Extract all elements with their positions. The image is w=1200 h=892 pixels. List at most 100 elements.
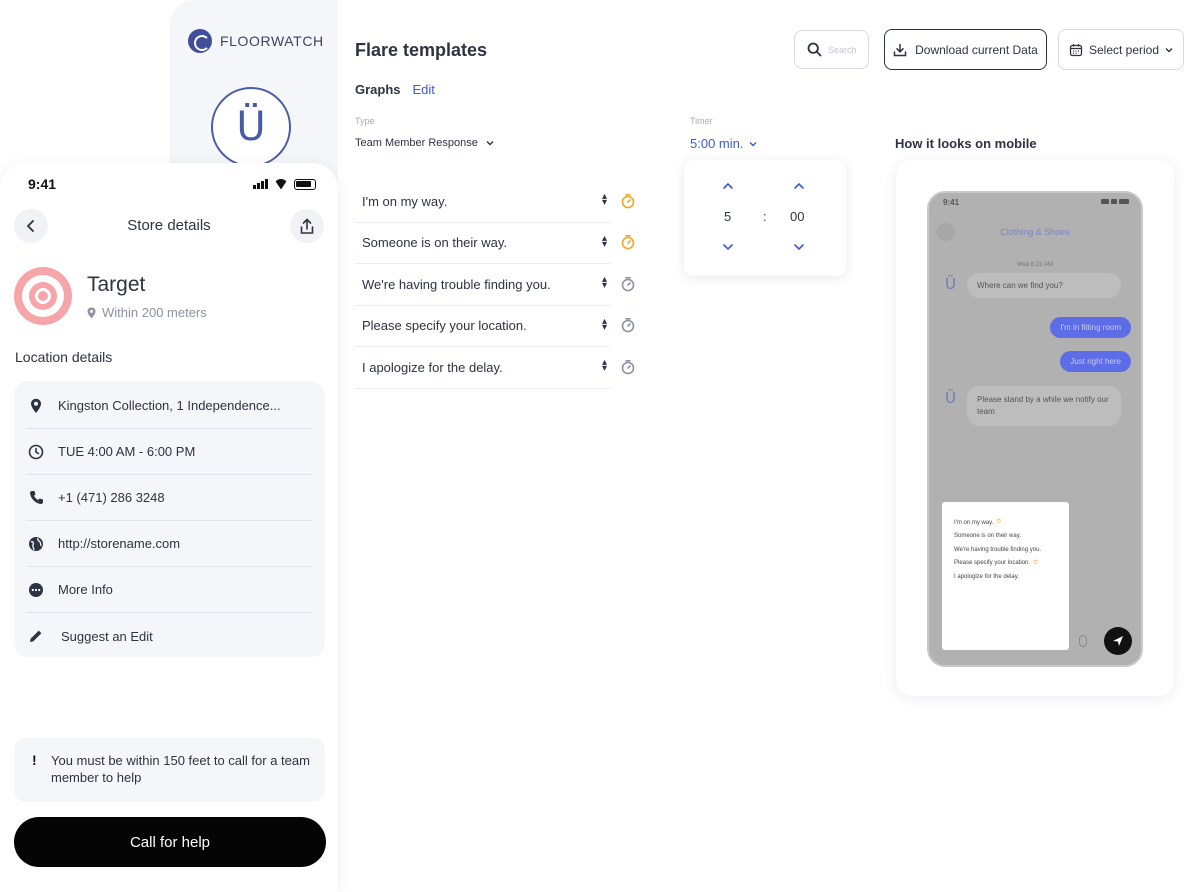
mock-popup-item: We're having trouble finding you.	[954, 546, 1042, 553]
template-row[interactable]: We're having trouble finding you. ▴ ▾	[355, 264, 611, 306]
timer-inactive-icon[interactable]	[620, 317, 636, 333]
template-text: Someone is on their way.	[362, 235, 507, 251]
share-button[interactable]	[290, 209, 324, 243]
detail-row-hours[interactable]: TUE 4:00 AM - 6:00 PM	[26, 429, 312, 475]
mock-message-user: Just right here	[1060, 351, 1131, 372]
minutes-down-icon[interactable]	[721, 240, 735, 254]
template-list: I'm on my way. ▴ ▾ Someone is on their way…	[355, 181, 611, 389]
mock-popup-item: Someone is on their way.	[954, 533, 1021, 540]
share-icon	[300, 217, 314, 234]
sort-handle-icon[interactable]: ▴ ▾	[602, 192, 607, 208]
timer-select-value: 5:00 min.	[690, 136, 744, 151]
store-header: Target Within 200 meters	[14, 267, 324, 327]
mock-agent-avatar-icon: Ü	[945, 275, 956, 293]
mock-popup-item: I apologize for the delay.	[954, 573, 1019, 580]
page-title: Flare templates	[355, 40, 488, 60]
timer-active-icon: ⏱	[1033, 559, 1038, 566]
battery-icon	[294, 178, 316, 190]
select-period-label: Select period	[1088, 42, 1160, 57]
store-distance-text: Within 200 meters	[102, 305, 207, 320]
tabs: Graphs Edit	[355, 82, 435, 97]
timer-active-icon[interactable]	[620, 234, 636, 250]
seconds-value[interactable]: 00	[790, 209, 804, 224]
template-text: We're having trouble finding you.	[362, 276, 551, 292]
location-pin-icon	[26, 396, 46, 416]
location-details-title: Location details	[15, 349, 113, 365]
template-row[interactable]: Please specify your location. ▴ ▾	[355, 306, 611, 347]
tab-edit[interactable]: Edit	[413, 82, 435, 97]
brand-logo-icon	[188, 29, 212, 53]
mock-status-time: 9:41	[943, 198, 960, 207]
time-picker: 5 : 00	[684, 160, 846, 276]
status-icons	[253, 178, 316, 190]
timer-inactive-icon[interactable]	[620, 276, 636, 292]
type-select[interactable]: Team Member Response	[355, 137, 494, 149]
template-row[interactable]: I'm on my way. ▴ ▾	[355, 181, 611, 223]
sort-handle-icon[interactable]: ▴ ▾	[602, 275, 607, 291]
timer-inactive-icon[interactable]	[620, 359, 636, 375]
mock-chat-date: Wed 8:21 AM	[1017, 262, 1053, 268]
minutes-value[interactable]: 5	[724, 209, 731, 224]
type-select-value: Team Member Response	[355, 137, 478, 149]
sort-handle-icon[interactable]: ▴ ▾	[602, 358, 607, 374]
mobile-preview-title: How it looks on mobile	[895, 136, 1037, 151]
call-for-help-button[interactable]: Call for help	[14, 817, 326, 867]
mock-message-user: I'm in fitting room	[1050, 317, 1131, 338]
mobile-preview-card: 9:41 Clothing & Shoes Wed 8:21 AM Ü Wher…	[896, 160, 1174, 696]
mobile-preview-screen: 9:41 Clothing & Shoes Wed 8:21 AM Ü Wher…	[927, 191, 1143, 667]
template-text: I'm on my way.	[362, 193, 448, 209]
store-name: Target	[87, 273, 146, 296]
detail-row-text: http://storename.com	[58, 536, 181, 551]
wifi-icon	[274, 179, 288, 189]
mock-popup-item: Please specify your location. ⏱	[954, 559, 1038, 567]
clock-icon	[26, 442, 46, 462]
template-text: Please specify your location.	[362, 318, 527, 334]
mock-status-icons	[1099, 199, 1129, 205]
seconds-down-icon[interactable]	[792, 240, 806, 254]
minutes-up-icon[interactable]	[721, 179, 735, 193]
mock-send-icon	[1104, 627, 1132, 655]
detail-row-address[interactable]: Kingston Collection, 1 Independence...	[26, 383, 312, 429]
mock-message-agent: Please stand by a while we notify our te…	[967, 386, 1121, 426]
detail-row-website[interactable]: http://storename.com	[26, 521, 312, 567]
status-time: 9:41	[28, 176, 57, 192]
mock-popup-item: I'm on my way. ⏱	[954, 519, 1002, 526]
sort-handle-icon[interactable]: ▴ ▾	[602, 233, 607, 249]
detail-row-text: More Info	[58, 582, 113, 597]
template-row[interactable]: I apologize for the delay. ▴ ▾	[355, 347, 611, 389]
store-distance: Within 200 meters	[87, 305, 207, 320]
download-icon	[893, 43, 907, 56]
download-data-label: Download current Data	[915, 42, 1038, 57]
brand[interactable]: FLOORWATCH	[188, 29, 324, 53]
chevron-down-icon	[486, 141, 494, 146]
seconds-up-icon[interactable]	[792, 179, 806, 193]
search-input[interactable]: Search	[794, 30, 869, 69]
tab-graphs[interactable]: Graphs	[355, 82, 401, 97]
download-data-button[interactable]: Download current Data	[884, 29, 1047, 70]
target-logo-icon	[14, 267, 72, 325]
detail-row-text: +1 (471) 286 3248	[58, 490, 165, 505]
select-period-button[interactable]: Select period	[1058, 29, 1184, 70]
sort-handle-icon[interactable]: ▴ ▾	[602, 316, 607, 332]
type-label: Type	[355, 116, 375, 126]
timer-label: Timer	[690, 116, 713, 126]
nav-title: Store details	[127, 217, 211, 234]
warning-icon: !	[32, 752, 37, 768]
chevron-down-icon	[1165, 47, 1173, 52]
timer-active-icon[interactable]	[620, 193, 636, 209]
status-bar: 9:41	[28, 175, 316, 193]
detail-row-phone[interactable]: +1 (471) 286 3248	[26, 475, 312, 521]
detail-row-more-info[interactable]: More Info	[26, 567, 312, 613]
calendar-icon	[1069, 43, 1083, 56]
timer-select[interactable]: 5:00 min.	[690, 136, 757, 151]
location-details-card: Kingston Collection, 1 Independence... T…	[14, 381, 325, 657]
brand-name: FLOORWATCH	[220, 33, 324, 49]
detail-row-suggest-edit[interactable]: Suggest an Edit	[26, 613, 312, 659]
timer-active-icon: ⏱	[996, 519, 1002, 526]
signal-icon	[253, 179, 268, 189]
chevron-down-icon	[749, 141, 757, 146]
location-pin-icon	[87, 307, 96, 318]
pencil-icon	[26, 626, 46, 646]
mock-agent-avatar-icon: Ü	[945, 389, 956, 407]
template-row[interactable]: Someone is on their way. ▴ ▾	[355, 223, 611, 264]
